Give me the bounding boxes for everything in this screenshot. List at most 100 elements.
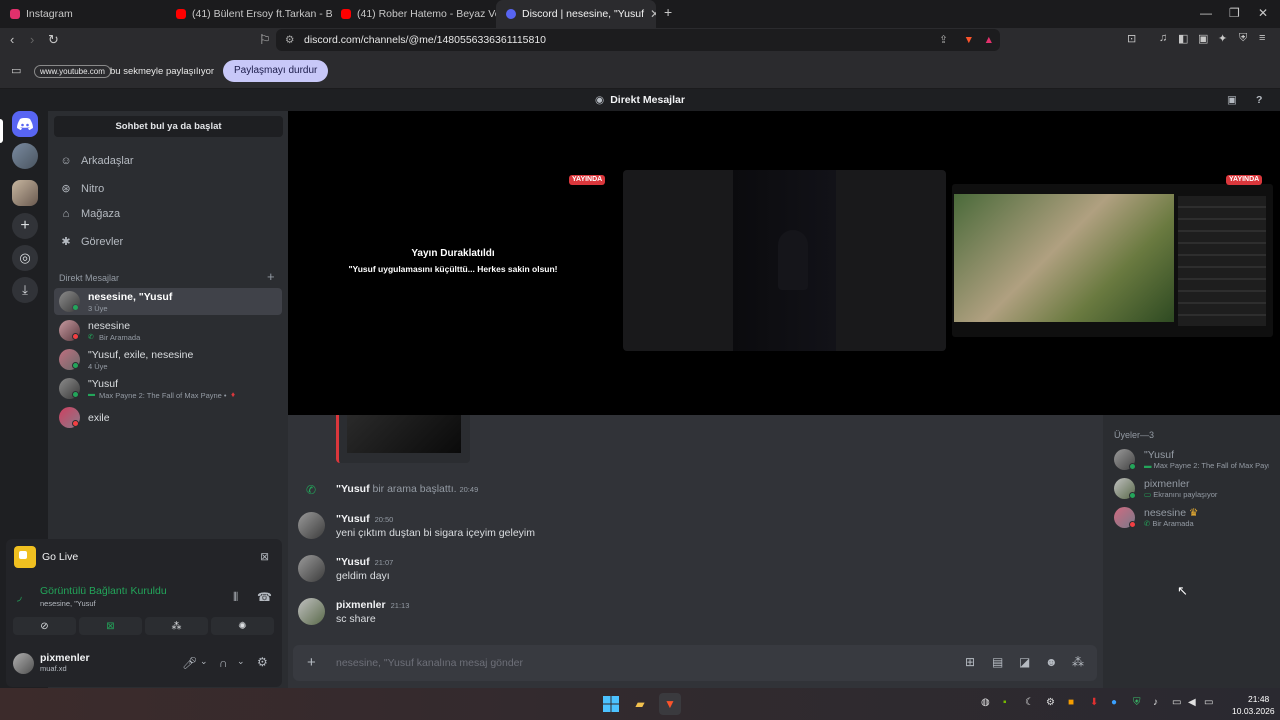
tray-icon[interactable]: ☾: [1025, 697, 1034, 708]
message-composer[interactable]: + nesesine, "Yusuf kanalına mesaj gönder…: [293, 645, 1097, 681]
tray-icon[interactable]: ⛨: [1133, 697, 1141, 708]
new-tab-button[interactable]: +: [664, 4, 672, 20]
find-conversation-button[interactable]: Sohbet bul ya da başlat: [54, 116, 283, 137]
vpn-icon[interactable]: ⛨: [1239, 32, 1247, 45]
server-avatar[interactable]: [12, 180, 38, 206]
camera-off-button[interactable]: ⊘: [13, 617, 76, 635]
video-tile[interactable]: [623, 170, 946, 351]
network-icon[interactable]: ▭: [1172, 697, 1181, 708]
avatar[interactable]: [13, 653, 34, 674]
dm-item[interactable]: "Yusuf ▬ Max Payne 2: The Fall of Max Pa…: [54, 375, 282, 402]
nvidia-icon[interactable]: ▪: [1003, 697, 1007, 708]
screenshot-icon[interactable]: ⊡: [1127, 32, 1136, 45]
brave-shield-icon[interactable]: ▼: [964, 34, 974, 46]
volume-icon[interactable]: ◀: [1188, 697, 1196, 708]
minimize-button[interactable]: —: [1200, 6, 1212, 20]
avatar[interactable]: [298, 555, 325, 582]
battery-icon[interactable]: ▭: [1204, 697, 1213, 708]
chevron-down-icon[interactable]: ⌄: [200, 656, 208, 667]
add-server-icon[interactable]: +: [12, 213, 38, 239]
server-avatar[interactable]: [12, 143, 38, 169]
message-author[interactable]: pixmenler 21:13: [336, 599, 409, 611]
clock-time[interactable]: 21:48: [1248, 694, 1269, 704]
clock-date[interactable]: 10.03.2026: [1232, 706, 1275, 716]
close-icon[interactable]: ✕: [650, 7, 656, 21]
message-author[interactable]: "Yusuf 20:50: [336, 513, 393, 525]
tray-icon[interactable]: ■: [1068, 697, 1074, 708]
nav-quests[interactable]: ✱ Görevler: [60, 235, 123, 249]
bookmark-icon[interactable]: ⚐: [259, 32, 271, 48]
gift-icon[interactable]: ⊞: [965, 655, 975, 669]
file-explorer-icon[interactable]: ▰: [631, 695, 649, 713]
brave-rewards-icon[interactable]: ▲: [984, 34, 994, 46]
noise-suppression-icon[interactable]: ⦀: [233, 590, 238, 605]
window-close-button[interactable]: ✕: [1258, 6, 1268, 20]
microphone-icon[interactable]: 🎤︎: [182, 656, 197, 670]
screen-share-tile[interactable]: [952, 184, 1273, 337]
soundboard-button[interactable]: ✺: [211, 617, 274, 635]
leo-icon[interactable]: ✦: [1218, 32, 1227, 45]
message-input[interactable]: nesesine, "Yusuf kanalına mesaj gönder: [336, 657, 523, 669]
tray-icon[interactable]: ⬇: [1090, 697, 1098, 708]
forward-icon[interactable]: ›: [30, 32, 34, 47]
dm-item[interactable]: nesesine Bir Aramada ✆: [54, 317, 282, 344]
paused-stream-tile[interactable]: YAYINDA Yayın Duraklatıldı "Yusuf uygula…: [288, 111, 618, 415]
dm-item[interactable]: nesesine, "Yusuf 3 Üye: [54, 288, 282, 315]
tray-icon[interactable]: ◍: [981, 697, 990, 708]
message-author[interactable]: "Yusuf 21:07: [336, 556, 393, 568]
nav-friends[interactable]: ☺ Arkadaşlar: [60, 155, 133, 167]
tab-youtube-1[interactable]: (41) Bülent Ersoy ft.Tarkan - Bir Ben Bi…: [166, 0, 332, 28]
gif-icon[interactable]: ▤: [992, 655, 1003, 669]
dm-item[interactable]: "Yusuf, exile, nesesine 4 Üye: [54, 346, 282, 373]
tab-instagram[interactable]: Instagram: [0, 0, 165, 28]
media-icon[interactable]: ♫: [1159, 32, 1167, 44]
help-icon[interactable]: ?: [1256, 94, 1262, 106]
nav-nitro[interactable]: ⊛ Nitro: [60, 182, 104, 196]
stop-sharing-button[interactable]: Paylaşmayı durdur: [223, 60, 329, 82]
chevron-down-icon[interactable]: ⌄: [237, 656, 245, 667]
wallet-icon[interactable]: ▣: [1198, 32, 1208, 45]
attach-icon[interactable]: +: [307, 654, 316, 671]
tray-icon[interactable]: ●: [1111, 697, 1117, 708]
sidebar-icon[interactable]: ◧: [1178, 32, 1188, 45]
embed-thumbnail[interactable]: [347, 415, 461, 453]
member-item[interactable]: pixmenler ▭ Ekranını paylaşıyor: [1114, 476, 1280, 502]
username[interactable]: pixmenler: [40, 652, 90, 664]
headphones-icon[interactable]: ∩: [219, 656, 228, 670]
start-button[interactable]: [602, 695, 620, 713]
sticker-icon[interactable]: ◪: [1019, 655, 1030, 669]
dm-item[interactable]: exile: [54, 404, 282, 431]
tab-discord[interactable]: Discord | nesesine, "Yusuf ✕: [496, 0, 656, 28]
tab-youtube-2[interactable]: (41) Rober Hatemo - Beyaz Ve Siy: [331, 0, 497, 28]
site-info-icon[interactable]: ⚙: [285, 34, 294, 46]
stop-stream-icon[interactable]: ⊠: [260, 551, 269, 563]
discover-icon[interactable]: ◎: [12, 245, 38, 271]
download-icon[interactable]: ⤓: [12, 277, 38, 303]
avatar[interactable]: [298, 512, 325, 539]
activities-button[interactable]: ⁂: [145, 617, 208, 635]
create-dm-icon[interactable]: +: [267, 269, 275, 284]
discord-home-icon[interactable]: [12, 111, 38, 137]
voice-channel-name[interactable]: nesesine, "Yusuf: [40, 599, 96, 608]
tray-icon[interactable]: ⚙: [1046, 697, 1055, 708]
settings-icon[interactable]: ⚙: [257, 655, 268, 669]
microphone-tray-icon[interactable]: ♪: [1153, 697, 1158, 708]
apps-icon[interactable]: ⁂: [1072, 655, 1084, 669]
brave-browser-icon[interactable]: ▼: [659, 693, 681, 715]
back-icon[interactable]: ‹: [10, 32, 14, 47]
reload-icon[interactable]: ↻: [48, 32, 59, 48]
stream-area[interactable]: YAYINDA Yayın Duraklatıldı "Yusuf uygula…: [288, 111, 1280, 415]
nav-shop[interactable]: ⌂ Mağaza: [60, 208, 120, 220]
url-bar[interactable]: ⚙ discord.com/channels/@me/1480556336361…: [276, 29, 1000, 51]
voice-connected-label[interactable]: Görüntülü Bağlantı Kuruldu: [40, 585, 167, 597]
member-item[interactable]: "Yusuf ▬ Max Payne 2: The Fall of Max Pa…: [1114, 447, 1280, 473]
inbox-icon[interactable]: ▣: [1227, 94, 1237, 106]
member-item[interactable]: nesesine ♛ ✆ Bir Aramada: [1114, 505, 1280, 531]
share-icon[interactable]: ⇪: [939, 34, 948, 46]
avatar[interactable]: [298, 598, 325, 625]
maximize-button[interactable]: ❐: [1229, 6, 1240, 20]
screen-share-button[interactable]: ⊠: [79, 617, 142, 635]
disconnect-icon[interactable]: ☎: [257, 590, 272, 604]
emoji-icon[interactable]: ☻: [1045, 655, 1058, 669]
menu-icon[interactable]: ≡: [1259, 32, 1265, 44]
